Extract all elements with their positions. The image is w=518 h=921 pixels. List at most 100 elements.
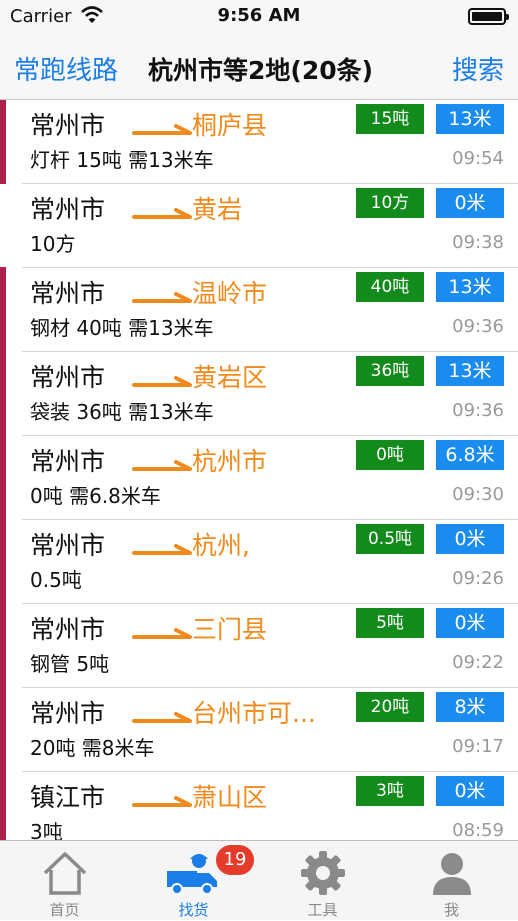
cargo-detail: 袋装 36吨 需13米车 [30,400,214,424]
post-time: 09:36 [452,400,504,421]
row-marker [0,435,6,520]
row-marker [0,351,6,436]
cargo-row[interactable]: 常州市 黄岩区袋装 36吨 需13米车 36吨 13米 09:36 [0,351,518,436]
arrow-right-icon [132,710,198,724]
frequent-routes-button[interactable]: 常跑线路 [14,50,118,87]
row-marker [0,603,6,688]
truck-length-badge: 8米 [436,692,504,722]
row-marker [0,771,6,840]
cargo-row[interactable]: 常州市 三门县钢管 5吨 5吨 0米 09:22 [0,603,518,688]
notification-badge: 19 [216,845,254,875]
gear-icon [298,849,348,897]
post-time: 09:17 [452,736,504,757]
truck-length-badge: 13米 [436,104,504,134]
tab-bar: 首页 找货 工具 我 19 [0,840,518,920]
arrow-right-icon [132,206,198,220]
arrow-right-icon [132,122,198,136]
post-time: 09:30 [452,484,504,505]
origin-city: 常州市 [30,363,106,392]
origin-city: 常州市 [30,699,106,728]
arrow-right-icon [132,542,198,556]
arrow-right-icon [132,794,198,808]
weight-badge: 0吨 [356,440,424,470]
destination-city: 台州市可... [192,699,316,728]
destination-city: 杭州市 [192,447,268,476]
weight-badge: 10方 [356,188,424,218]
cargo-row[interactable]: 常州市 杭州, 0.5吨 0.5吨 0米 09:26 [0,519,518,604]
weight-badge: 40吨 [356,272,424,302]
home-icon [40,849,90,897]
cargo-row[interactable]: 常州市 桐庐县灯杆 15吨 需13米车 15吨 13米 09:54 [0,100,518,184]
post-time: 09:36 [452,316,504,337]
cargo-row[interactable]: 常州市 温岭市钢材 40吨 需13米车 40吨 13米 09:36 [0,267,518,352]
weight-badge: 20吨 [356,692,424,722]
page-title: 杭州市等2地(20条) [148,56,374,85]
destination-city: 杭州, [192,531,250,560]
cargo-detail: 钢管 5吨 [30,652,110,676]
status-bar: Carrier 9:56 AM [0,0,518,34]
cargo-detail: 0吨 需6.8米车 [30,484,161,508]
destination-city: 黄岩 [192,195,243,224]
destination-city: 三门县 [192,615,268,644]
weight-badge: 3吨 [356,776,424,806]
truck-length-badge: 0米 [436,524,504,554]
origin-city: 常州市 [30,195,106,224]
destination-city: 萧山区 [192,783,268,812]
truck-icon [167,849,219,897]
tab-tools-label: 工具 [307,901,338,919]
row-marker [0,267,6,352]
battery-icon [468,8,509,25]
row-marker [0,519,6,604]
origin-city: 常州市 [30,111,106,140]
arrow-right-icon [132,374,198,388]
truck-length-badge: 6.8米 [436,440,504,470]
destination-city: 桐庐县 [192,111,268,140]
weight-badge: 15吨 [356,104,424,134]
status-time: 9:56 AM [217,5,301,26]
search-button[interactable]: 搜索 [452,50,504,87]
tab-tools[interactable]: 工具 [258,841,387,921]
person-icon [427,849,477,897]
tab-me-label: 我 [443,901,459,919]
origin-city: 常州市 [30,615,106,644]
truck-length-badge: 0米 [436,776,504,806]
cargo-detail: 20吨 需8米车 [30,736,155,760]
arrow-right-icon [132,626,198,640]
origin-city: 镇江市 [30,783,106,812]
tab-me[interactable]: 我 [387,841,516,921]
truck-length-badge: 0米 [436,608,504,638]
post-time: 09:22 [452,652,504,673]
origin-city: 常州市 [30,531,106,560]
origin-city: 常州市 [30,447,106,476]
truck-length-badge: 13米 [436,272,504,302]
destination-city: 温岭市 [192,279,268,308]
tab-home-label: 首页 [49,901,80,919]
cargo-detail: 0.5吨 [30,568,82,592]
cargo-row[interactable]: 常州市 黄岩 10方 10方 0米 09:38 [22,184,518,268]
origin-city: 常州市 [30,279,106,308]
weight-badge: 5吨 [356,608,424,638]
cargo-detail: 钢材 40吨 需13米车 [30,316,214,340]
post-time: 08:59 [452,820,504,840]
cargo-row[interactable]: 常州市 杭州市 0吨 需6.8米车 0吨 6.8米 09:30 [0,435,518,520]
row-marker [0,100,6,184]
post-time: 09:54 [452,148,504,169]
post-time: 09:38 [452,232,504,253]
arrow-right-icon [132,290,198,304]
post-time: 09:26 [452,568,504,589]
cargo-detail: 3吨 [30,820,63,840]
arrow-right-icon [132,458,198,472]
weight-badge: 36吨 [356,356,424,386]
cargo-row[interactable]: 镇江市 萧山区 3吨 3吨 0米 08:59 [0,771,518,840]
cargo-detail: 10方 [30,232,76,256]
cargo-detail: 灯杆 15吨 需13米车 [30,148,214,172]
weight-badge: 0.5吨 [356,524,424,554]
tab-home[interactable]: 首页 [0,841,129,921]
nav-bar: 常跑线路 杭州市等2地(20条) 搜索 [0,34,518,100]
row-marker [0,687,6,772]
cargo-list[interactable]: 常州市 桐庐县灯杆 15吨 需13米车 15吨 13米 09:54 常州市 黄岩 10方… [0,100,518,840]
cargo-row[interactable]: 常州市 台州市可... 20吨 需8米车 20吨 8米 09:17 [0,687,518,772]
destination-city: 黄岩区 [192,363,268,392]
truck-length-badge: 13米 [436,356,504,386]
truck-length-badge: 0米 [436,188,504,218]
